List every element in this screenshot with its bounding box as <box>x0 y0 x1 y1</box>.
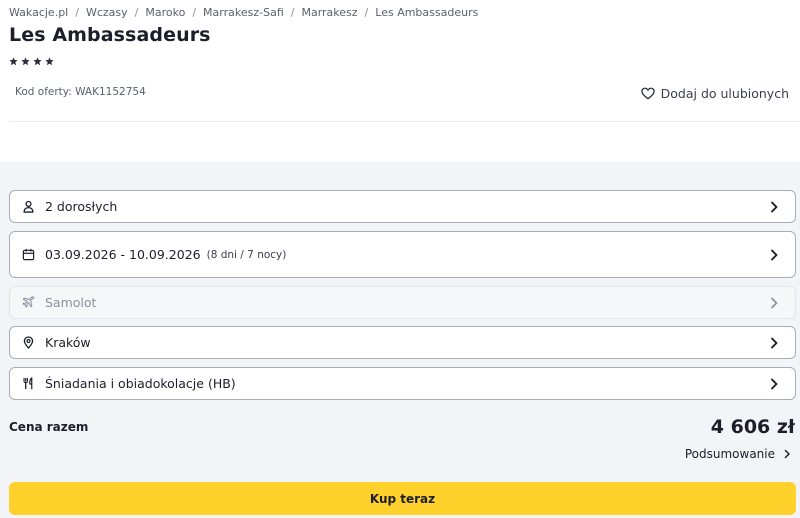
person-icon <box>21 200 35 214</box>
add-to-favorites-label: Dodaj do ulubionych <box>660 86 789 101</box>
star-icon <box>21 57 30 66</box>
breadcrumb-link-wczasy[interactable]: Wczasy <box>86 6 128 19</box>
hotel-stars <box>9 57 54 66</box>
dates-selector[interactable]: 03.09.2026 - 10.09.2026 (8 dni / 7 nocy) <box>9 231 796 278</box>
divider <box>9 121 800 122</box>
breadcrumb-separator: / <box>75 6 79 19</box>
breadcrumb-link-marrakesz-safi[interactable]: Marrakesz-Safi <box>203 6 284 19</box>
breadcrumb: Wakacje.pl / Wczasy / Maroko / Marrakesz… <box>9 6 478 19</box>
breadcrumb-separator: / <box>290 6 295 19</box>
offer-code: Kod oferty: WAK1152754 <box>15 86 146 98</box>
breadcrumb-separator: / <box>192 6 197 19</box>
calendar-icon <box>21 248 35 262</box>
breadcrumb-separator: / <box>364 6 369 19</box>
breadcrumb-link-maroko[interactable]: Maroko <box>145 6 185 19</box>
star-icon <box>9 57 18 66</box>
breadcrumb-link-marrakesz[interactable]: Marrakesz <box>301 6 357 19</box>
dates-label: 03.09.2026 - 10.09.2026 <box>45 247 201 262</box>
transport-selector[interactable]: Samolot <box>9 286 796 319</box>
chevron-right-icon <box>767 296 781 310</box>
chevron-right-icon <box>767 336 781 350</box>
plane-icon <box>21 296 35 310</box>
chevron-right-icon <box>784 449 790 459</box>
chevron-right-icon <box>767 248 781 262</box>
travelers-selector[interactable]: 2 dorosłych <box>9 190 796 223</box>
star-icon <box>33 57 42 66</box>
departure-label: Kraków <box>45 335 91 350</box>
chevron-right-icon <box>767 200 781 214</box>
board-label: Śniadania i obiadokolacje (HB) <box>45 376 236 391</box>
summary-link[interactable]: Podsumowanie <box>685 447 792 461</box>
total-price: 4 606 zł <box>710 416 795 438</box>
cutlery-icon <box>21 377 35 391</box>
breadcrumb-separator: / <box>134 6 139 19</box>
travelers-label: 2 dorosłych <box>45 199 118 214</box>
star-icon <box>45 57 54 66</box>
breadcrumb-current: Les Ambassadeurs <box>375 6 479 19</box>
summary-label: Podsumowanie <box>684 447 775 461</box>
location-pin-icon <box>21 336 35 350</box>
transport-label: Samolot <box>45 295 97 310</box>
total-price-label: Cena razem <box>9 420 89 434</box>
departure-selector[interactable]: Kraków <box>9 326 796 359</box>
board-selector[interactable]: Śniadania i obiadokolacje (HB) <box>9 367 796 400</box>
add-to-favorites-button[interactable]: Dodaj do ulubionych <box>640 86 789 101</box>
heart-icon <box>640 87 655 100</box>
breadcrumb-link-wakacje[interactable]: Wakacje.pl <box>9 6 68 19</box>
trip-duration: (8 dni / 7 nocy) <box>206 248 287 261</box>
page-title: Les Ambassadeurs <box>9 24 211 46</box>
buy-now-button[interactable]: Kup teraz <box>9 482 796 515</box>
chevron-right-icon <box>767 377 781 391</box>
